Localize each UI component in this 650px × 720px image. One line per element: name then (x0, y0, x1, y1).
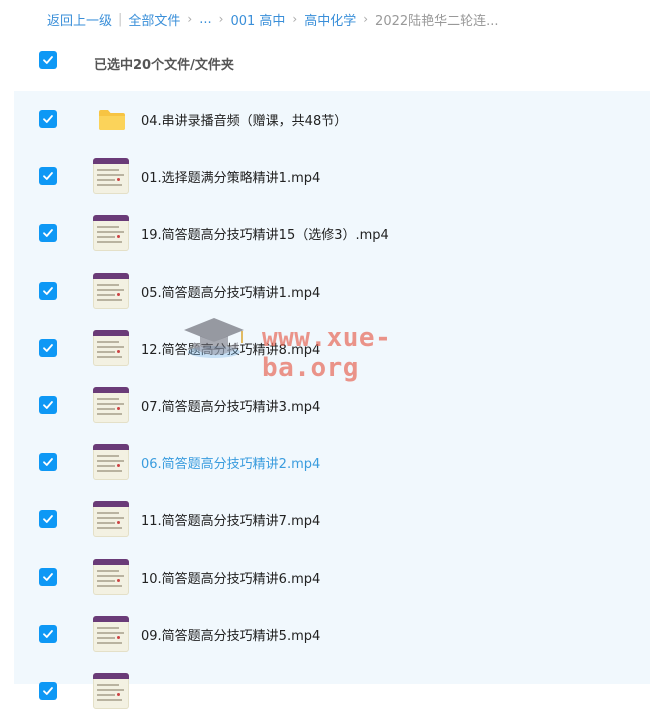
check-icon (43, 572, 53, 581)
file-name[interactable]: 19.简答题高分技巧精讲15（选修3）.mp4 (141, 224, 389, 243)
file-name[interactable]: 10.简答题高分技巧精讲6.mp4 (141, 568, 320, 587)
file-checkbox[interactable] (39, 567, 57, 586)
video-thumbnail-icon (93, 501, 129, 538)
folder-icon (99, 110, 125, 130)
file-name[interactable]: 11.简答题高分技巧精讲7.mp4 (141, 510, 320, 529)
file-checkbox[interactable] (39, 624, 57, 643)
back-link[interactable]: 返回上一级 (47, 10, 112, 29)
file-list: 04.串讲录播音频（赠课，共48节） 01.选择题满分策略精讲1.mp4 19.简答… (14, 91, 650, 709)
video-thumbnail-icon (93, 272, 129, 309)
check-icon (43, 687, 53, 695)
file-row[interactable]: 05.简答题高分技巧精讲1.mp4 (14, 263, 650, 320)
breadcrumb-level-2[interactable]: 高中化学 (304, 10, 356, 29)
file-name[interactable]: 07.简答题高分技巧精讲3.mp4 (141, 396, 320, 415)
file-name[interactable]: 06.简答题高分技巧精讲2.mp4 (141, 453, 320, 472)
file-row[interactable]: 10.简答题高分技巧精讲6.mp4 (14, 549, 650, 606)
video-thumbnail-icon (93, 215, 129, 252)
video-thumbnail-icon (93, 158, 129, 195)
file-checkbox[interactable] (39, 338, 57, 357)
file-row[interactable]: 06.简答题高分技巧精讲2.mp4 (14, 434, 650, 491)
check-icon (43, 629, 53, 638)
file-row[interactable]: 09.简答题高分技巧精讲5.mp4 (14, 606, 650, 663)
file-checkbox[interactable] (39, 510, 57, 529)
file-checkbox[interactable] (39, 453, 57, 472)
file-name[interactable]: 04.串讲录播音频（赠课，共48节） (141, 110, 347, 129)
check-icon (43, 458, 53, 467)
select-all-checkbox[interactable] (39, 51, 57, 69)
file-row[interactable]: 07.简答题高分技巧精讲3.mp4 (14, 377, 650, 434)
file-checkbox[interactable] (39, 167, 57, 186)
check-icon (43, 115, 53, 123)
breadcrumb-current: 2022陆艳华二轮连... (375, 13, 499, 29)
file-row[interactable]: 19.简答题高分技巧精讲15（选修3）.mp4 (14, 205, 650, 262)
file-row[interactable]: 11.简答题高分技巧精讲7.mp4 (14, 491, 650, 548)
check-icon (43, 515, 53, 524)
file-checkbox[interactable] (39, 110, 57, 128)
breadcrumb-all-files[interactable]: 全部文件 (128, 10, 180, 29)
chevron-right-icon: › (292, 12, 298, 26)
video-thumbnail-icon (93, 444, 129, 481)
breadcrumb: 返回上一级 | 全部文件 › ... › 001 高中 › 高中化学 › 202… (47, 9, 499, 29)
file-row[interactable]: 01.选择题满分策略精讲1.mp4 (14, 148, 650, 205)
check-icon (43, 401, 53, 409)
file-name[interactable]: 12.简答题高分技巧精讲8.mp4 (141, 339, 320, 358)
file-row[interactable]: 04.串讲录播音频（赠课，共48节） (14, 91, 650, 148)
breadcrumb-level-1[interactable]: 001 高中 (230, 10, 285, 29)
file-checkbox[interactable] (39, 224, 57, 243)
video-thumbnail-icon (93, 387, 129, 423)
file-row[interactable]: 12.简答题高分技巧精讲8.mp4 (14, 320, 650, 377)
selection-header: 已选中20个文件/文件夹 (0, 43, 650, 87)
selection-count: 已选中20个文件/文件夹 (94, 58, 234, 73)
chevron-right-icon: › (187, 12, 193, 26)
video-thumbnail-icon (93, 329, 129, 366)
video-thumbnail-icon (93, 615, 129, 652)
breadcrumb-ellipsis[interactable]: ... (199, 12, 211, 27)
check-icon (43, 343, 53, 352)
check-icon (43, 286, 53, 295)
check-icon (43, 229, 53, 238)
video-thumbnail-icon (93, 558, 129, 595)
check-icon (43, 56, 53, 64)
chevron-right-icon: › (363, 12, 369, 26)
file-checkbox[interactable] (39, 682, 57, 700)
file-checkbox[interactable] (39, 281, 57, 300)
check-icon (43, 172, 53, 181)
file-row[interactable] (14, 663, 650, 720)
chevron-right-icon: › (218, 12, 224, 26)
file-name[interactable]: 01.选择题满分策略精讲1.mp4 (141, 167, 320, 186)
file-checkbox[interactable] (39, 396, 57, 414)
video-thumbnail-icon (93, 673, 129, 709)
file-name[interactable]: 09.简答题高分技巧精讲5.mp4 (141, 625, 320, 644)
file-name[interactable]: 05.简答题高分技巧精讲1.mp4 (141, 282, 320, 301)
breadcrumb-divider: | (118, 11, 123, 27)
